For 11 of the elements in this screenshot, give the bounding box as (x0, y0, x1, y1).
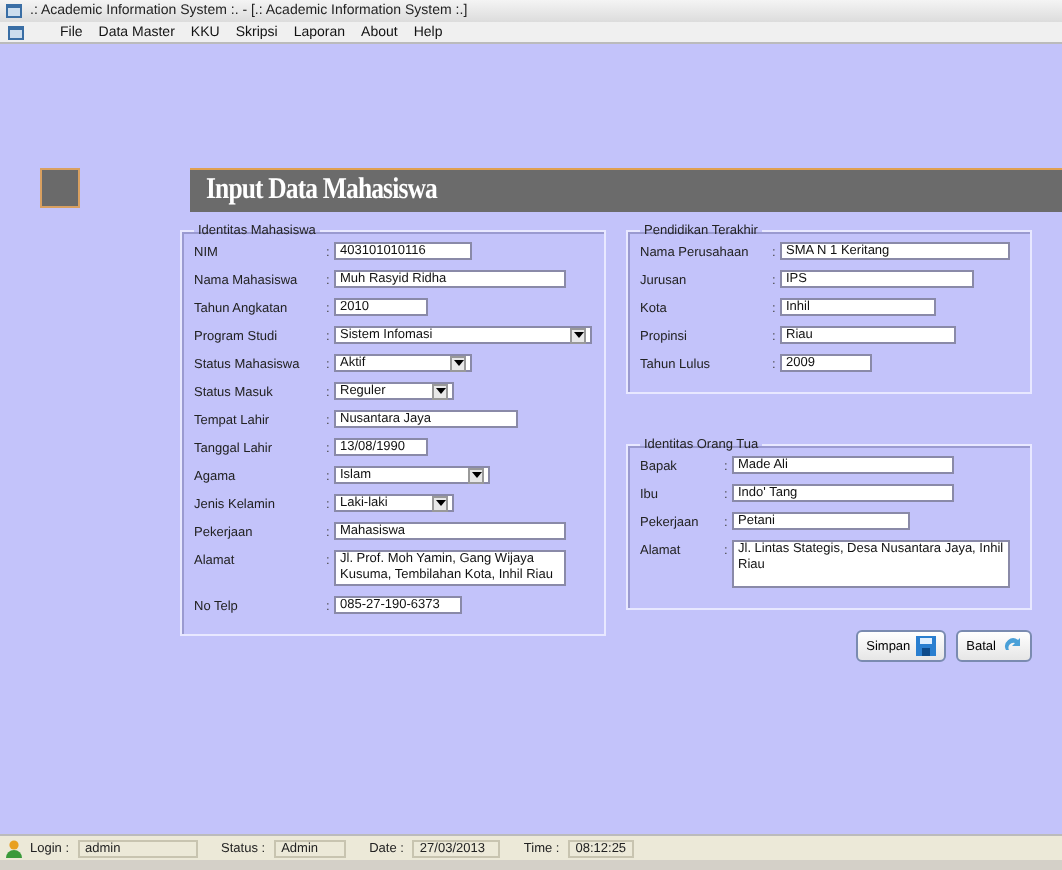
header-block (40, 168, 80, 208)
user-icon (6, 839, 22, 857)
caret-icon (435, 388, 445, 394)
caret-icon (471, 472, 481, 478)
caret-icon (435, 500, 445, 506)
caret-icon (453, 360, 463, 366)
refresh-icon (1002, 636, 1022, 656)
page-title: Input Data Mahasiswa (206, 174, 437, 208)
caret-icon (573, 332, 583, 338)
window-menu-icon[interactable] (8, 25, 24, 39)
app-icon (6, 4, 22, 18)
